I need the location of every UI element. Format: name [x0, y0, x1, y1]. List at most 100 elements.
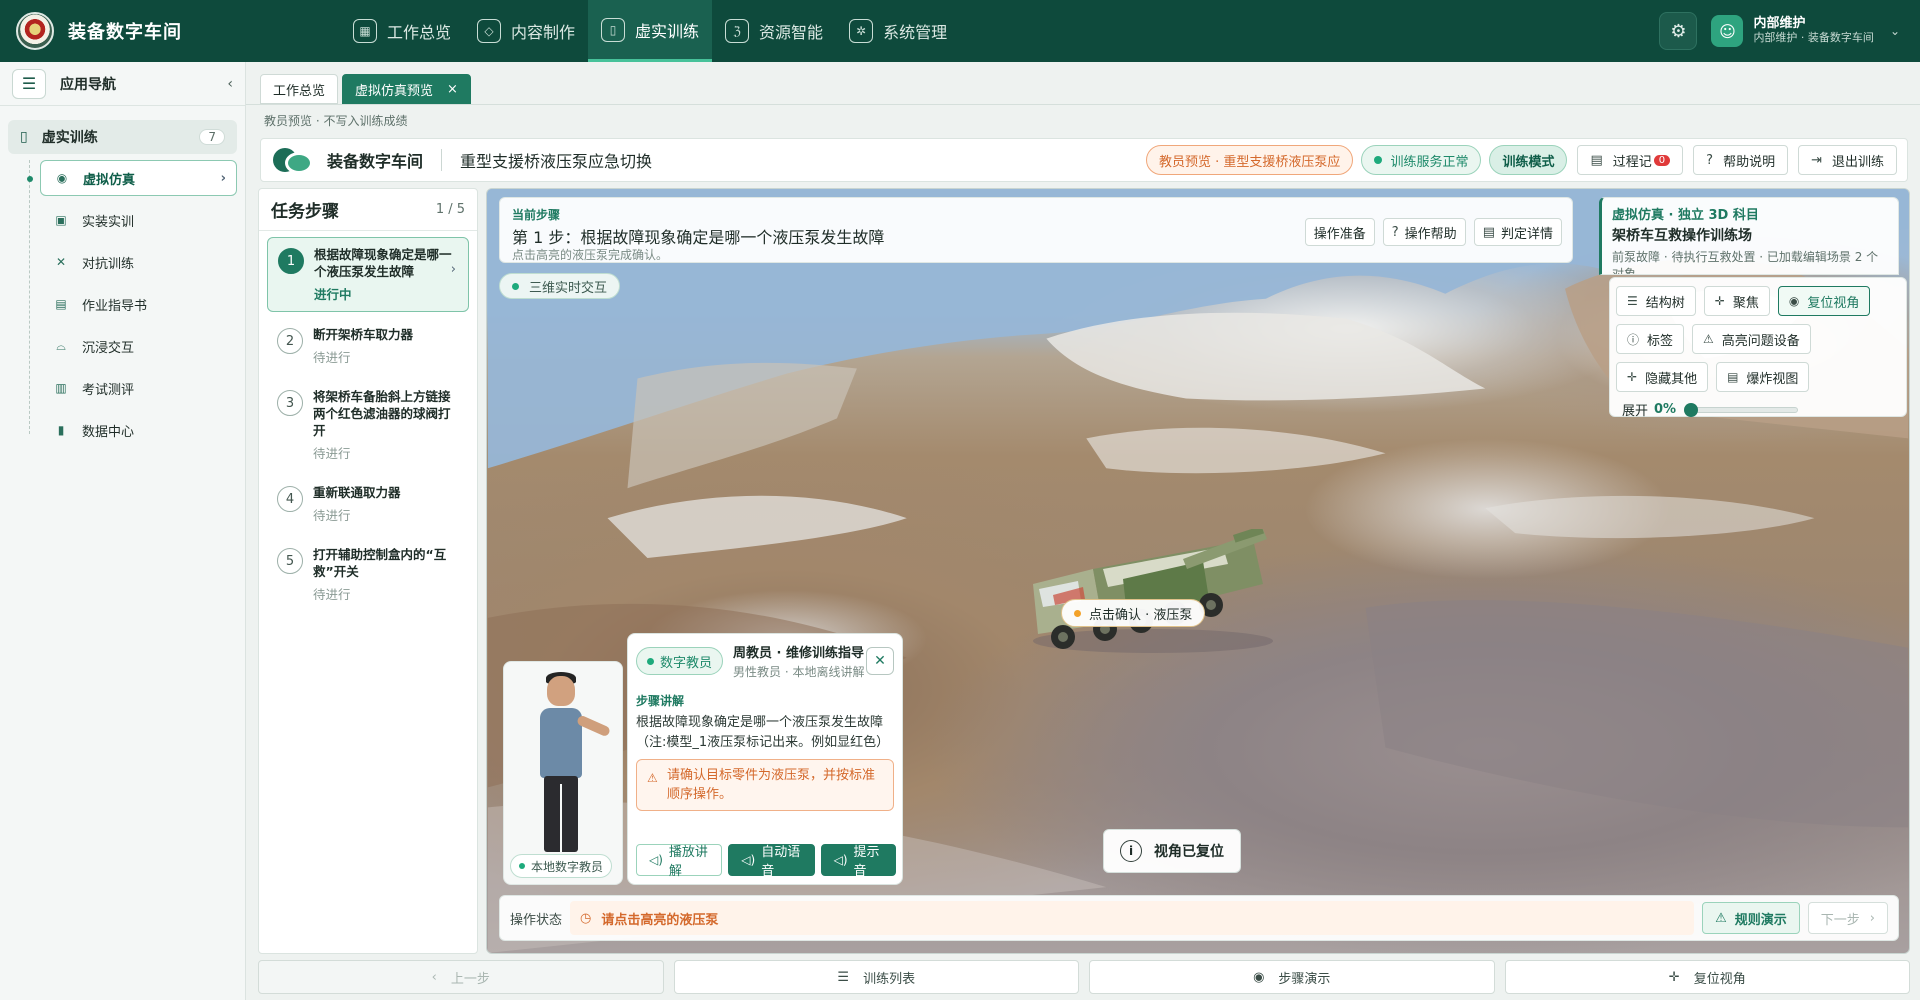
training-list-button[interactable]: ☰ 训练列表: [673, 960, 1079, 994]
label-toggle-button[interactable]: ⓘ 标签: [1616, 324, 1685, 354]
operation-help-button[interactable]: ? 操作帮助: [1382, 218, 1466, 246]
expand-slider: 展开 0%: [1616, 400, 1900, 419]
bridge-truck-model[interactable]: [1023, 529, 1283, 659]
user-info: 内部维护 内部维护 · 装备数字车间: [1753, 17, 1874, 45]
teacher-legs: [544, 776, 578, 852]
menu-icon[interactable]: ☰: [12, 68, 46, 99]
auto-voice-button[interactable]: ◁) 自动语音: [728, 844, 815, 879]
rule-demo-label: 规则演示: [1734, 912, 1787, 928]
tab-overview[interactable]: 工作总览: [260, 74, 339, 104]
sidebar-group-training[interactable]: ▯ 虚实训练 7: [8, 120, 237, 154]
operation-prepare-button[interactable]: 操作准备: [1304, 218, 1375, 246]
task-step-2[interactable]: 2 断开架桥车取力器 待进行: [267, 318, 469, 374]
collapse-chevron-icon[interactable]: ‹: [227, 76, 233, 92]
judge-detail-label: 判定详情: [1500, 226, 1553, 242]
task-panel-title: 任务步骤: [271, 202, 339, 222]
vr-glasses-icon: ⌓: [56, 338, 66, 353]
sidebar-item-confrontation[interactable]: ✕ 对抗训练: [40, 244, 237, 280]
topnav-label: 内容制作: [511, 23, 576, 42]
close-icon[interactable]: ✕: [866, 647, 894, 675]
process-record-label: 过程记: [1612, 154, 1652, 170]
play-circle-icon: ◉: [1253, 969, 1265, 985]
sidebar-item-data-center[interactable]: ▮ 数据中心: [40, 412, 237, 448]
topnav-resource[interactable]: ℨ 资源智能: [712, 0, 836, 62]
gear-icon: ✲: [849, 19, 874, 43]
document-icon: ▤: [1590, 152, 1603, 168]
user-menu[interactable]: ☺ 内部维护 内部维护 · 装备数字车间 ⌄: [1711, 15, 1900, 47]
rule-demo-button[interactable]: ⚠ 规则演示: [1702, 902, 1800, 934]
sidebar-title: 应用导航: [60, 76, 116, 93]
tool-row: ✛ 隐藏其他 ▤ 爆炸视图: [1616, 362, 1900, 392]
scene-title: 重型支援桥液压泵应急切换: [460, 152, 653, 171]
reset-view-button[interactable]: ◉ 复位视角: [1777, 286, 1871, 316]
step-title: 断开架桥车取力器: [313, 327, 414, 342]
scene-kicker: 虚拟仿真 · 独立 3D 科目: [1612, 208, 1759, 223]
digital-teacher-badge: 数字教员: [636, 647, 724, 675]
realtime-3d-tag: 三维实时交互: [499, 273, 621, 299]
bottom-action-bar: ‹ 上一步 ☰ 训练列表 ◉ 步骤演示 ✛ 复位视角: [258, 960, 1910, 994]
process-record-button[interactable]: ▤ 过程记 0: [1577, 145, 1684, 175]
teacher-name: 周教员 · 维修训练指导: [733, 646, 865, 661]
close-icon[interactable]: ×: [447, 82, 458, 97]
speaker-icon: ◁): [741, 853, 756, 867]
teacher-panel-header: 数字教员 周教员 · 维修训练指导 男性教员 · 本地离线讲解 ✕: [628, 634, 902, 680]
hydraulic-pump-label[interactable]: 点击确认 · 液压泵: [1061, 599, 1206, 627]
exit-training-button[interactable]: ⇥ 退出训练: [1798, 145, 1897, 175]
question-icon: ?: [1706, 152, 1714, 168]
digital-teacher-avatar[interactable]: 本地数字教员: [503, 661, 623, 885]
settings-button[interactable]: ⚙: [1659, 12, 1698, 50]
expand-slider-handle[interactable]: [1684, 402, 1699, 417]
step-title: 重新联通取力器: [313, 485, 401, 500]
tab-virtual-preview[interactable]: 虚拟仿真预览 ×: [342, 74, 471, 104]
step-title: 将架桥车备胎斜上方链接两个红色滤油器的球阀打开: [313, 389, 451, 438]
sidebar-item-immersive[interactable]: ⌓ 沉浸交互: [40, 328, 237, 364]
task-step-4[interactable]: 4 重新联通取力器 待进行: [267, 476, 469, 532]
focus-button[interactable]: ✛ 聚焦: [1703, 286, 1770, 316]
task-step-1[interactable]: 1 根据故障现象确定是哪一个液压泵发生故障 进行中 ›: [267, 237, 469, 312]
topnav-training[interactable]: ▯ 虚实训练: [588, 0, 713, 62]
task-step-5[interactable]: 5 打开辅助控制盒内的“互救”开关 待进行: [267, 538, 469, 611]
judge-detail-button[interactable]: ▤ 判定详情: [1473, 218, 1562, 246]
structure-tree-button[interactable]: ☰ 结构树: [1616, 286, 1696, 316]
expand-slider-track[interactable]: [1684, 402, 1799, 417]
prompt-tone-button[interactable]: ◁) 提示音: [820, 844, 896, 879]
play-explain-button[interactable]: ◁) 播放讲解: [636, 844, 723, 879]
play-explain-label: 播放讲解: [668, 845, 708, 879]
help-button[interactable]: ? 帮助说明: [1693, 145, 1789, 175]
topnav-overview[interactable]: ▦ 工作总览: [340, 0, 464, 62]
sidebar-item-label: 对抗训练: [82, 256, 135, 272]
topnav-label: 资源智能: [759, 23, 824, 42]
document-icon: ▤: [55, 297, 67, 311]
task-step-3[interactable]: 3 将架桥车备胎斜上方链接两个红色滤油器的球阀打开 待进行: [267, 380, 469, 470]
reset-view-bottom-button[interactable]: ✛ 复位视角: [1504, 960, 1910, 994]
highlight-issue-button[interactable]: ⚠ 高亮问题设备: [1692, 324, 1811, 354]
topnav-system[interactable]: ✲ 系统管理: [836, 0, 960, 62]
tool-label: 高亮问题设备: [1721, 333, 1800, 349]
top-right: ⚙ ☺ 内部维护 内部维护 · 装备数字车间 ⌄: [1659, 0, 1900, 62]
status-dot-icon: [1374, 156, 1383, 164]
next-step-button[interactable]: 下一步 ›: [1807, 902, 1888, 934]
emblem-logo: [16, 12, 54, 50]
sidebar-item-virtual-sim[interactable]: ◉ 虚拟仿真 ›: [27, 160, 237, 196]
chevron-right-icon: ›: [220, 170, 226, 186]
pump-label-text: 点击确认 · 液压泵: [1089, 607, 1193, 623]
tool-label: 隐藏其他: [1645, 371, 1698, 387]
training-mode-badge[interactable]: 训练模式: [1489, 145, 1568, 175]
user-avatar-icon: ☺: [1711, 15, 1744, 47]
tool-label: 结构树: [1645, 295, 1685, 311]
sidebar-item-real-equipment[interactable]: ▣ 实装实训: [40, 202, 237, 238]
scene-tools: ☰ 结构树 ✛ 聚焦 ◉ 复位视角 ⓘ 标签 ⚠ 高亮问题设备 ✛ 隐藏其他 ▤ 爆炸视图 展…: [1609, 277, 1907, 419]
3d-viewport[interactable]: 当前步骤 第 1 步：根据故障现象确定是哪一个液压泵发生故障 点击高亮的液压泵完…: [486, 188, 1910, 954]
sidebar-item-work-guide[interactable]: ▤ 作业指导书: [40, 286, 237, 322]
preview-badge: 教员预览 · 重型支援桥液压泵应: [1146, 145, 1354, 175]
sidebar-item-exam[interactable]: ▥ 考试测评: [40, 370, 237, 406]
chevron-right-icon: ›: [450, 262, 456, 277]
prev-step-button[interactable]: ‹ 上一步: [258, 960, 664, 994]
hide-others-button[interactable]: ✛ 隐藏其他: [1616, 362, 1709, 392]
task-counter: 1 / 5: [435, 202, 465, 217]
step-demo-button[interactable]: ◉ 步骤演示: [1089, 960, 1495, 994]
exploded-view-button[interactable]: ▤ 爆炸视图: [1716, 362, 1810, 392]
topnav-label: 虚实训练: [635, 21, 700, 41]
step-status: 待进行: [313, 587, 351, 602]
topnav-content[interactable]: ◇ 内容制作: [464, 0, 588, 62]
